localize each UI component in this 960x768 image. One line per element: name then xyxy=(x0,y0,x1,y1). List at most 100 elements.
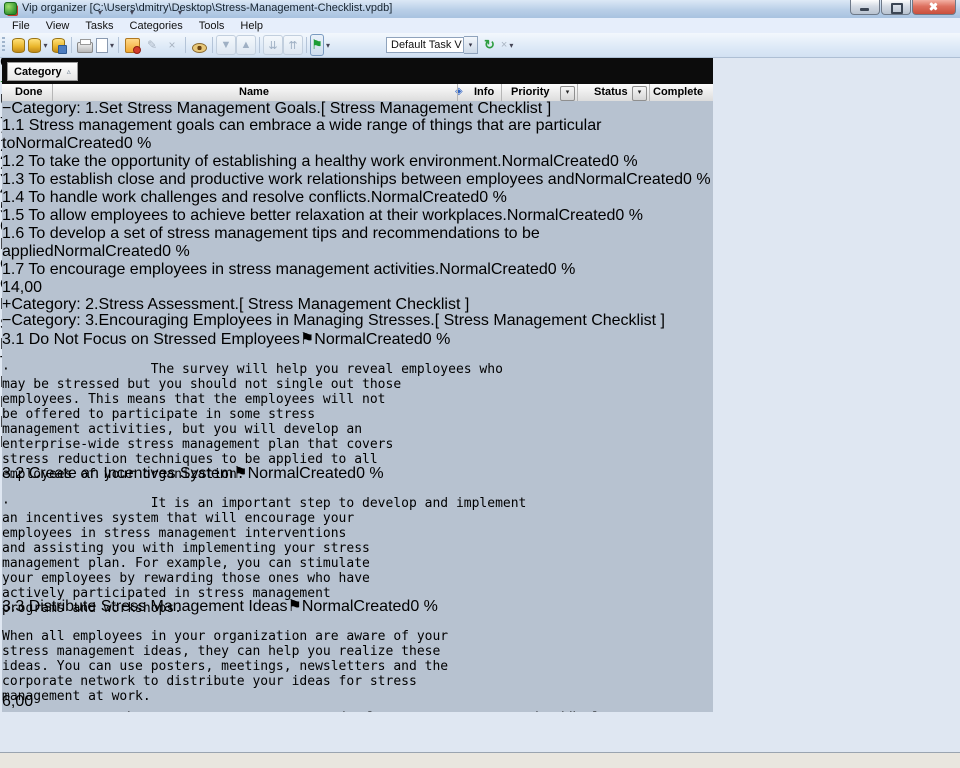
group-by-category-button[interactable]: Category ▵ xyxy=(7,62,78,81)
new-task-button[interactable] xyxy=(122,35,142,55)
task-name: 1.3 To establish close and productive wo… xyxy=(2,171,575,188)
delete-task-button[interactable]: × xyxy=(162,35,182,55)
category-label: Category: 4.Apply Stress Management Stra… xyxy=(11,710,367,712)
status-value: Created xyxy=(422,189,479,206)
menu-tasks[interactable]: Tasks xyxy=(77,20,121,32)
task-note-row: · It is an important step to develop and… xyxy=(2,496,713,597)
category-row[interactable]: −Category: 4.Apply Stress Management Str… xyxy=(2,711,713,712)
task-name: 1.4 To handle work challenges and resolv… xyxy=(2,189,371,206)
task-row[interactable]: 1.6 To develop a set of stress managemen… xyxy=(2,225,713,261)
sort-ascending-icon: ▵ xyxy=(67,67,71,76)
open-database-button[interactable] xyxy=(8,35,28,55)
priority-value: Normal xyxy=(54,243,106,260)
category-suffix: [ Stress Management Checklist ] xyxy=(435,312,665,329)
priority-value: Normal xyxy=(575,171,627,188)
complete-value: 0 % xyxy=(610,153,638,170)
view-task-button[interactable] xyxy=(189,35,209,55)
clear-view-icon[interactable]: × xyxy=(501,39,507,51)
toolbar-overflow-icon[interactable]: ▾ xyxy=(509,41,513,50)
move-up-button[interactable]: ▲ xyxy=(236,35,256,55)
apply-view-icon[interactable]: ↻ xyxy=(484,37,495,53)
categories-toolbar-overflow-icon[interactable]: ▾ xyxy=(98,8,102,17)
collapse-icon[interactable]: − xyxy=(2,312,11,329)
close-button[interactable] xyxy=(912,0,956,15)
save-database-button[interactable] xyxy=(48,35,68,55)
task-note-row: When all employees in your organization … xyxy=(2,629,713,693)
category-suffix: [ Stress Management Checklist ] xyxy=(367,710,597,712)
category-row[interactable]: −Category: 3.Encouraging Employees in Ma… xyxy=(2,313,713,329)
menu-view[interactable]: View xyxy=(38,20,78,32)
collapse-icon[interactable]: − xyxy=(2,101,11,117)
priority-value: Normal xyxy=(439,261,491,278)
apply-filter-dropdown-icon[interactable]: ▾ xyxy=(130,8,134,17)
screen: Vip organizer [C:\Users\dmitry\Desktop\S… xyxy=(0,0,960,768)
filters-toolbar-overflow-icon[interactable]: ▾ xyxy=(178,8,182,17)
flag-icon: ⚑ xyxy=(287,598,301,615)
task-row[interactable]: 1.5 To allow employees to achieve better… xyxy=(2,207,713,225)
status-filter-dropdown[interactable]: ▾ xyxy=(632,86,647,101)
priority-sum-value: 14,00 xyxy=(2,279,42,296)
task-note-row: · The survey will help you reveal employ… xyxy=(2,362,713,463)
category-row[interactable]: −Category: 1.Set Stress Management Goals… xyxy=(2,101,713,117)
header-done[interactable]: Done xyxy=(15,86,43,98)
header-complete[interactable]: Complete xyxy=(653,86,703,98)
expand-icon[interactable]: + xyxy=(2,296,11,313)
complete-value: 0 % xyxy=(356,465,384,482)
status-value: Created xyxy=(353,598,410,615)
task-row[interactable]: 1.1 Stress management goals can embrace … xyxy=(2,117,713,153)
category-label: Category: 1.Set Stress Management Goals. xyxy=(11,101,320,117)
category-suffix: [ Stress Management Checklist ] xyxy=(321,101,551,117)
flag-task-button[interactable]: ⚑▾ xyxy=(310,35,330,55)
status-value: Created xyxy=(558,207,615,224)
task-row[interactable]: 1.2 To take the opportunity of establish… xyxy=(2,153,713,171)
table-header: Done Name ◈ Info Priority ▾ Status ▾ Com… xyxy=(2,84,713,102)
print-preview-button[interactable]: ▾ xyxy=(95,35,115,55)
maximize-button[interactable] xyxy=(881,0,911,15)
menu-help[interactable]: Help xyxy=(232,20,271,32)
task-view-combo-arrow[interactable]: ▾ xyxy=(464,36,478,54)
status-value: Created xyxy=(626,171,683,188)
category-label: Category: 3.Encouraging Employees in Man… xyxy=(11,312,434,329)
main-toolbar: ▾ ▾ ✎ × ▼ ▲ ⇊ ⇈ ⚑▾ Defau xyxy=(0,33,960,58)
priority-filter-dropdown[interactable]: ▾ xyxy=(560,86,575,101)
header-info[interactable]: Info xyxy=(474,86,494,98)
task-row[interactable]: 3.3 Distribute Stress Management Ideas⚑N… xyxy=(2,596,713,616)
flag-icon: ⚑ xyxy=(300,331,314,348)
menu-file[interactable]: File xyxy=(4,20,38,32)
minimize-button[interactable] xyxy=(850,0,880,15)
task-row[interactable]: 1.4 To handle work challenges and resolv… xyxy=(2,189,713,207)
task-row[interactable]: 1.7 To encourage employees in stress man… xyxy=(2,261,713,279)
menu-tools[interactable]: Tools xyxy=(191,20,233,32)
header-priority[interactable]: Priority xyxy=(511,86,550,98)
move-top-button[interactable]: ⇈ xyxy=(283,35,303,55)
edit-task-button[interactable]: ✎ xyxy=(142,35,162,55)
print-button[interactable] xyxy=(75,35,95,55)
status-value: Created xyxy=(553,153,610,170)
collapse-icon[interactable]: − xyxy=(2,710,11,712)
move-down-button[interactable]: ▼ xyxy=(216,35,236,55)
header-name[interactable]: Name xyxy=(239,86,269,98)
complete-value: 0 % xyxy=(683,171,711,188)
status-value: Created xyxy=(299,465,356,482)
move-bottom-button[interactable]: ⇊ xyxy=(263,35,283,55)
priority-value: Normal xyxy=(15,135,67,152)
summary-row: 14,00 xyxy=(2,279,713,297)
status-value: Created xyxy=(105,243,162,260)
task-row[interactable]: 3.1 Do Not Focus on Stressed Employees⚑N… xyxy=(2,329,713,349)
priority-value: Normal xyxy=(302,598,354,615)
header-status[interactable]: Status xyxy=(594,86,628,98)
menu-categories[interactable]: Categories xyxy=(122,20,191,32)
status-value: Created xyxy=(366,331,423,348)
priority-value: Normal xyxy=(502,153,554,170)
recent-database-button[interactable]: ▾ xyxy=(28,35,48,55)
task-view-combo[interactable]: Default Task V xyxy=(386,37,464,53)
task-row[interactable]: 1.3 To establish close and productive wo… xyxy=(2,171,713,189)
titlebar: Vip organizer [C:\Users\dmitry\Desktop\S… xyxy=(0,0,960,19)
complete-value: 0 % xyxy=(479,189,507,206)
task-row[interactable]: 3.2 Create an Incentives System⚑NormalCr… xyxy=(2,463,713,483)
category-row[interactable]: +Category: 2.Stress Assessment.[ Stress … xyxy=(2,297,713,313)
complete-value: 0 % xyxy=(548,261,576,278)
summary-row: 6,00 xyxy=(2,693,713,711)
priority-value: Normal xyxy=(314,331,366,348)
app-logo-icon xyxy=(4,2,17,15)
